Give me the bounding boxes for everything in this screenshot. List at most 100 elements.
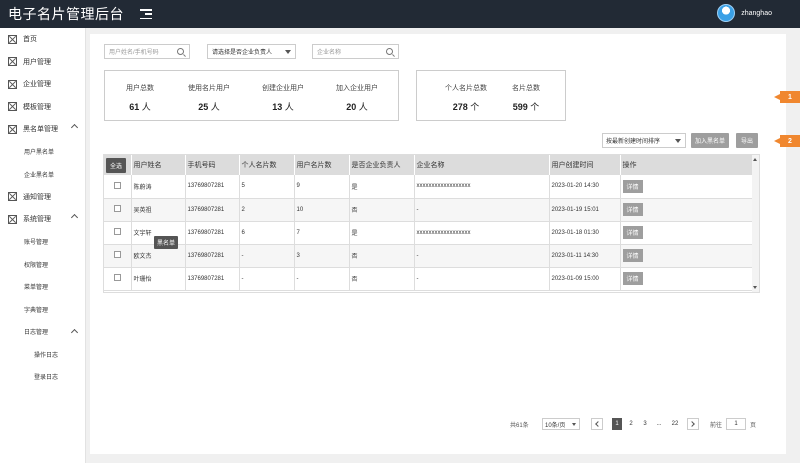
- sidebar-subitem-login-log[interactable]: 登录日志: [0, 366, 85, 389]
- stat-unit: 个: [530, 102, 540, 112]
- sidebar-item-label: 黑名单管理: [23, 126, 58, 134]
- sidebar-subitem-menus[interactable]: 菜单管理: [0, 276, 85, 299]
- row-checkbox[interactable]: [114, 205, 121, 212]
- column-header: 手机号码: [185, 155, 240, 175]
- stat-unit: 个: [470, 102, 480, 112]
- sort-select[interactable]: 按最新创建时间排序: [602, 133, 686, 148]
- menu-item-icon: [8, 214, 17, 224]
- stat-value: 61 人: [105, 100, 175, 113]
- sidebar-item-system[interactable]: 系统管理: [0, 208, 85, 231]
- sidebar-item-blacklist[interactable]: 黑名单管理: [0, 118, 85, 141]
- cell-user-cards: 7: [294, 221, 350, 245]
- prev-page-button[interactable]: [591, 418, 603, 430]
- detail-button[interactable]: 详情: [622, 203, 643, 216]
- cell-user-cards: 10: [294, 198, 350, 222]
- column-header: 用户创建时间: [549, 155, 621, 175]
- row-checkbox[interactable]: [114, 251, 121, 258]
- avatar[interactable]: [717, 4, 736, 22]
- cell-action: 详情: [620, 267, 755, 291]
- chevron-up-icon: [70, 123, 79, 132]
- cell-name: 叶珊怡: [131, 267, 186, 291]
- stat-label: 用户总数: [126, 85, 154, 92]
- row-checkbox[interactable]: [114, 274, 121, 281]
- chevron-up-icon: [70, 213, 79, 222]
- stat-total-cards: 名片总数 599 个: [491, 71, 561, 113]
- sidebar-subitem-operation-log[interactable]: 操作日志: [0, 343, 85, 366]
- page-number-22[interactable]: 22: [669, 418, 681, 430]
- stat-label: 加入企业用户: [336, 85, 378, 92]
- cell-phone: 13769807281: [185, 244, 240, 268]
- user-stats-card: 用户总数 61 人 使用名片用户 25 人 创建企业用户 13 人 加入企业用户…: [104, 70, 399, 121]
- menu-item-icon: [8, 79, 17, 89]
- cell-company: -: [414, 267, 550, 291]
- scroll-up-icon[interactable]: [753, 158, 757, 161]
- menu-item-icon: [8, 192, 17, 202]
- sidebar-item-notifications[interactable]: 通知管理: [0, 186, 85, 209]
- page-size-value: 10条/页: [545, 422, 566, 429]
- name-phone-search-input[interactable]: 用户姓名/手机号码: [104, 44, 190, 59]
- sidebar-subitem-user-blacklist[interactable]: 用户黑名单: [0, 141, 85, 164]
- sidebar-item-label: 模板管理: [23, 103, 51, 111]
- cell-action: 详情: [620, 198, 755, 222]
- row-checkbox[interactable]: [114, 181, 121, 189]
- stat-label: 名片总数: [512, 85, 540, 92]
- cell-action: 详情: [620, 221, 755, 245]
- sidebar-item-home[interactable]: 首页: [0, 28, 85, 51]
- top-bar: 电子名片管理后台 zhanghao: [0, 0, 800, 28]
- page-number-3[interactable]: 3: [640, 418, 650, 430]
- page-ellipsis[interactable]: ...: [654, 418, 664, 430]
- sidebar-subitem-logs[interactable]: 日志管理: [0, 321, 85, 344]
- card-stats-card: 个人名片总数 278 个 名片总数 599 个: [416, 70, 566, 121]
- add-blacklist-button[interactable]: 加入黑名单: [691, 133, 729, 148]
- detail-button[interactable]: 详情: [622, 272, 643, 285]
- sidebar-item-label: 首页: [23, 36, 37, 44]
- menu-toggle-icon[interactable]: [140, 9, 152, 19]
- cell-personal-cards: -: [239, 267, 295, 291]
- sidebar-item-templates[interactable]: 模板管理: [0, 96, 85, 119]
- page-size-select[interactable]: 10条/页: [542, 418, 580, 430]
- next-page-button[interactable]: [687, 418, 699, 430]
- row-checkbox[interactable]: [114, 228, 121, 235]
- stat-total-users: 用户总数 61 人: [105, 71, 175, 113]
- select-all-button[interactable]: 全选: [106, 157, 127, 173]
- row-checkbox-cell: [104, 244, 132, 268]
- detail-button[interactable]: 详情: [622, 179, 643, 193]
- sidebar-item-label: 通知管理: [23, 193, 51, 201]
- table-scrollbar[interactable]: [752, 155, 759, 292]
- goto-page-input[interactable]: 1: [726, 418, 746, 430]
- sidebar-item-users[interactable]: 用户管理: [0, 51, 85, 74]
- page-number-1[interactable]: 1: [612, 418, 622, 430]
- principal-select[interactable]: 请选择是否企业负责人: [207, 44, 296, 59]
- search-icon[interactable]: [177, 48, 184, 55]
- search-icon[interactable]: [386, 48, 393, 55]
- menu-item-icon: [8, 34, 17, 44]
- sidebar-subitem-accounts[interactable]: 账号管理: [0, 231, 85, 254]
- stat-unit: 人: [284, 102, 294, 112]
- annotation-marker-1: 1: [774, 91, 800, 103]
- user-menu[interactable]: zhanghao: [717, 4, 772, 22]
- stat-number: 13: [272, 102, 283, 112]
- blacklist-tag: 黑名单: [154, 236, 179, 249]
- page-number-2[interactable]: 2: [626, 418, 636, 430]
- sidebar-subitem-company-blacklist[interactable]: 企业黑名单: [0, 163, 85, 186]
- search-placeholder: 企业名称: [317, 50, 342, 56]
- detail-button[interactable]: 详情: [622, 226, 643, 239]
- chevron-up-icon: [70, 328, 79, 336]
- app-title: 电子名片管理后台: [8, 6, 124, 22]
- scroll-down-icon[interactable]: [753, 286, 757, 289]
- cell-action: 详情: [620, 244, 755, 268]
- sidebar-subitem-dictionary[interactable]: 字典管理: [0, 298, 85, 321]
- cell-personal-cards: 2: [239, 198, 295, 222]
- cell-created: 2023-01-19 15:01: [549, 198, 621, 222]
- detail-button[interactable]: 详情: [622, 249, 643, 262]
- export-button[interactable]: 导出: [736, 133, 758, 148]
- username[interactable]: zhanghao: [741, 10, 772, 17]
- stat-unit: 人: [210, 102, 220, 112]
- sidebar-subitem-permissions[interactable]: 权限管理: [0, 253, 85, 276]
- company-search-input[interactable]: 企业名称: [312, 44, 399, 59]
- dropdown-caret-icon: [572, 423, 576, 426]
- sidebar-item-label: 系统管理: [23, 216, 51, 224]
- stat-unit: 人: [141, 102, 151, 112]
- sidebar: 首页 用户管理 企业管理 模板管理 黑名单管理 用户黑名单 企业黑名单 通知管理…: [0, 28, 86, 463]
- sidebar-item-companies[interactable]: 企业管理: [0, 73, 85, 96]
